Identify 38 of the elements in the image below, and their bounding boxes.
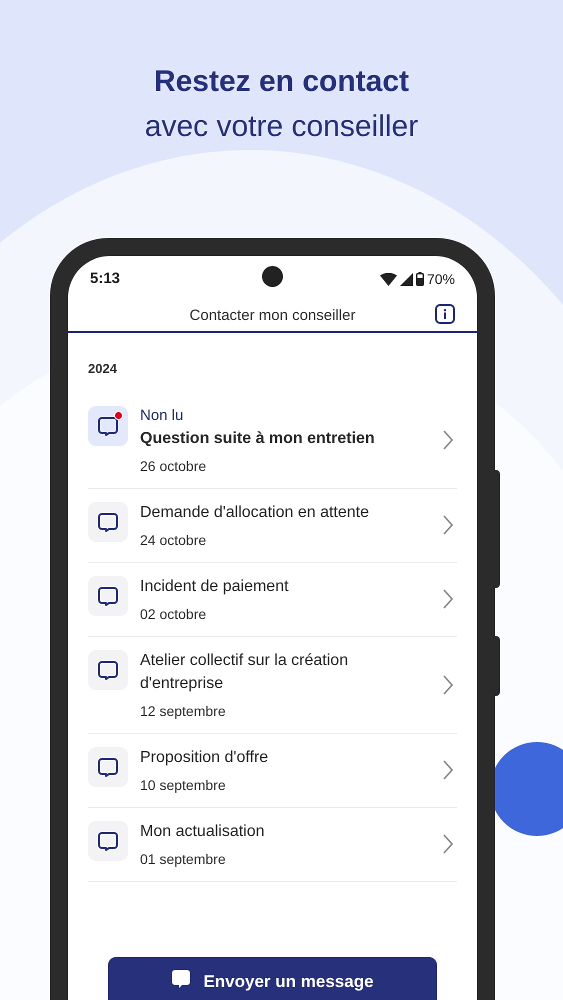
message-item[interactable]: Demande d'allocation en attente 24 octobre: [88, 488, 457, 562]
unread-label: Non lu: [140, 406, 184, 426]
message-title: Mon actualisation: [140, 822, 266, 842]
signal-icon: [400, 272, 413, 286]
message-icon: [171, 969, 192, 989]
message-item[interactable]: Non lu Question suite à mon entretien 26 octobre: [88, 392, 457, 488]
wifi-icon: [380, 272, 397, 286]
message-title: Question suite à mon entretien: [140, 428, 376, 448]
message-item[interactable]: Incident de paiement 02 octobre: [88, 562, 457, 636]
send-message-button[interactable]: Envoyer un message: [108, 957, 437, 1000]
message-item[interactable]: Proposition d'offre 10 septembre: [88, 734, 457, 808]
status-time: 5:13: [90, 268, 120, 289]
message-date: 26 octobre: [140, 456, 208, 476]
chevron-icon: [443, 430, 453, 450]
headline-title: Restez en contact: [154, 64, 410, 100]
chevron-icon: [443, 834, 453, 854]
message-date: 10 septembre: [140, 776, 227, 794]
info-button[interactable]: [435, 304, 455, 324]
message-date: 01 septembre: [140, 850, 227, 868]
message-date: 24 octobre: [140, 530, 208, 550]
message-title: Atelier collectif sur la création d'entreprise: [140, 650, 350, 694]
message-item[interactable]: Mon actualisation 01 septembre: [88, 808, 457, 882]
message-title: Demande d'allocation en attente: [140, 502, 370, 522]
chevron-icon: [443, 674, 453, 694]
message-date: 12 septembre: [140, 702, 227, 720]
battery-icon: [416, 272, 424, 286]
message-title: Proposition d'offre: [140, 748, 270, 768]
info-icon: [443, 309, 447, 319]
chevron-icon: [443, 515, 453, 535]
message-date: 02 octobre: [140, 604, 208, 624]
page-title: Contacter mon conseiller: [190, 306, 356, 326]
message-title: Incident de paiement: [140, 576, 290, 596]
headline-subtitle: avec votre conseiller: [144, 109, 418, 145]
message-item[interactable]: Atelier collectif sur la création d'entreprise 12 septembre: [88, 636, 457, 734]
battery-level: 70%: [426, 270, 455, 288]
chevron-icon: [443, 589, 453, 609]
chevron-icon: [443, 760, 453, 780]
section-year: 2024: [88, 360, 118, 378]
